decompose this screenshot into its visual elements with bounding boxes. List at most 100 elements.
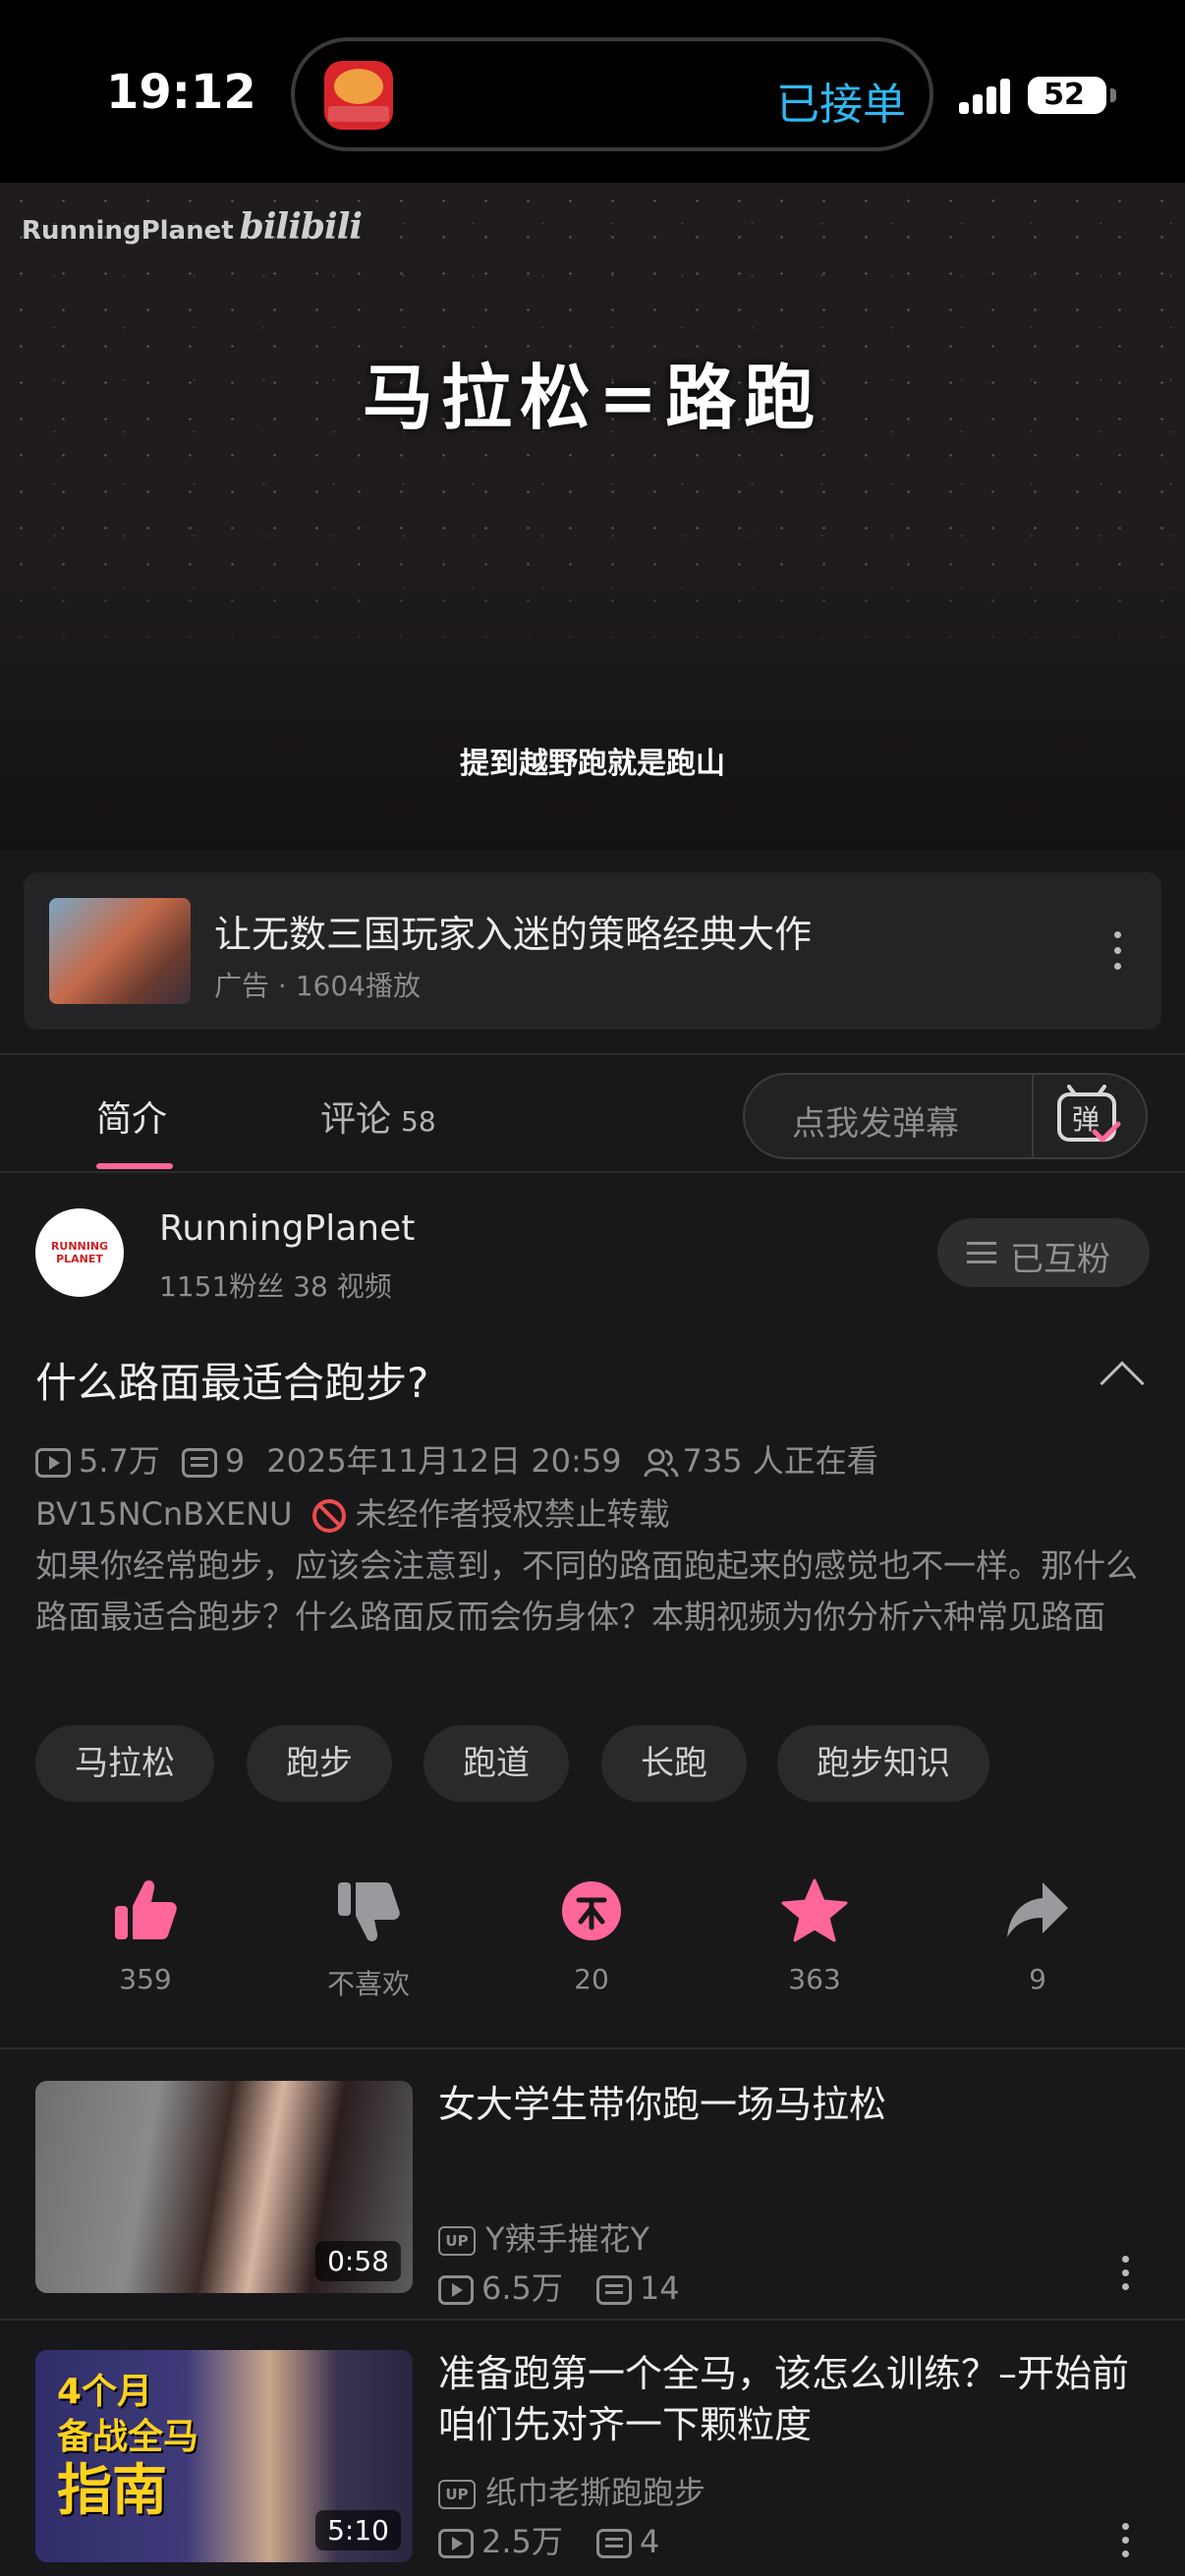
watermark-brand: RunningPlanet [22,216,234,246]
thumbs-down-icon [338,1882,400,1941]
danmaku-count-icon [595,2529,632,2558]
related-title: 女大学生带你跑一场马拉松 [438,2083,887,2126]
related-thumbnail: 0:58 [35,2081,413,2293]
ad-title: 让无数三国玩家入迷的策略经典大作 [214,913,813,956]
video-meta: 5.7万 9 2025年11月12日 20:59 735 人正在看 [35,1436,878,1482]
favorite-count: 363 [788,1963,841,1995]
more-icon[interactable] [1114,931,1122,971]
uploader-stats: 1151粉丝 38 视频 [159,1270,392,1303]
video-description: 如果你经常跑步，应该会注意到，不同的路面跑起来的感觉也不一样。那什么路面最适合跑… [35,1546,1138,1636]
ad-card[interactable]: 让无数三国玩家入迷的策略经典大作 广告 · 1604播放 [24,872,1161,1030]
video-title-overlay: 马拉松=路跑 [362,357,823,439]
video-duration: 5:10 [315,2510,401,2550]
like-button[interactable]: 359 [67,1876,224,1995]
uploader-name[interactable]: RunningPlanet [159,1208,415,1249]
danmaku-toggle-icon[interactable]: 弹 [1055,1085,1122,1148]
thumb-caption-line: 指南 [57,2459,167,2523]
more-icon[interactable] [1122,2256,1130,2291]
video-title: 什么路面最适合跑步? [35,1359,429,1407]
coin-button[interactable]: 20 [513,1876,670,1995]
tag-item[interactable]: 长跑 [601,1725,747,1802]
video-meta-2: BV15NCnBXENU 未经作者授权禁止转载 [35,1489,670,1535]
star-icon [781,1878,848,1942]
related-stats: 2.5万 4 [438,2517,659,2562]
follow-label: 已互粉 [1010,1240,1110,1279]
related-title: 准备跑第一个全马，该怎么训练？–开始前咱们先对齐一下颗粒度 [438,2352,1130,2446]
watching-count: 735 人正在看 [682,1442,878,1480]
follow-button[interactable]: 已互粉 [937,1218,1150,1287]
danmaku-placeholder: 点我发弹幕 [792,1104,959,1144]
dislike-label: 不喜欢 [326,1968,410,2000]
views-icon [35,1448,71,1478]
share-icon [1007,1882,1068,1937]
danmaku-count-icon [595,2275,632,2305]
bilibili-logo: bilibili [239,206,363,248]
share-count: 9 [1029,1963,1046,1995]
share-button[interactable]: 9 [959,1876,1116,1995]
like-count: 359 [119,1963,172,1995]
video-player[interactable]: RunningPlanet bilibili 马拉松=路跑 提到越野跑就是跑山 [0,183,1185,851]
tag-item[interactable]: 跑步 [247,1725,392,1802]
island-status-text: 已接单 [776,80,906,130]
action-bar: 359 不喜欢 20 363 9 [0,1876,1185,2004]
ad-thumbnail [49,898,191,1004]
related-uploader[interactable]: UP Y辣手摧花Y [438,2214,649,2260]
tab-bar: 简介 评论 58 点我发弹幕 弹 [0,1053,1185,1173]
up-badge-icon: UP [438,2226,476,2256]
dynamic-island[interactable]: 已接单 [291,37,933,151]
related-uploader-name: 纸巾老撕跑跑步 [485,2474,706,2511]
related-danmaku: 4 [639,2523,660,2560]
more-icon[interactable] [1122,2523,1130,2558]
ad-meta: 广告 · 1604播放 [214,970,421,1002]
collapse-chevron-icon[interactable] [1100,1361,1145,1406]
related-video-item[interactable]: 4个月 备战全马 指南 5:10 准备跑第一个全马，该怎么训练？–开始前咱们先对… [0,2321,1185,2576]
views-icon [438,2529,474,2558]
video-skyline [0,556,1185,851]
related-views: 2.5万 [481,2523,563,2560]
tab-comments-label: 评论 [320,1099,392,1140]
thumb-caption-line: 4个月 [57,2372,153,2412]
related-stats: 6.5万 14 [438,2264,680,2309]
danmaku-count-icon [181,1448,217,1478]
status-bar: 19:12 已接单 52 [0,0,1185,183]
avatar[interactable]: RUNNING PLANET [35,1208,124,1297]
bvid[interactable]: BV15NCnBXENU [35,1495,293,1533]
tab-intro[interactable]: 简介 [96,1091,167,1142]
tag-item[interactable]: 跑步知识 [777,1725,989,1802]
no-repost-icon [311,1499,346,1533]
island-app-icon [324,61,393,130]
thumbs-up-icon [115,1880,177,1939]
dislike-button[interactable]: 不喜欢 [290,1876,447,2002]
publish-date: 2025年11月12日 20:59 [266,1442,622,1480]
battery-level: 52 [1044,78,1085,112]
comments-count: 58 [401,1105,436,1138]
battery-icon: 52 [1028,77,1116,114]
video-duration: 0:58 [315,2241,401,2281]
coin-icon [562,1881,621,1940]
related-thumbnail: 4个月 备战全马 指南 5:10 [35,2350,413,2562]
tag-item[interactable]: 马拉松 [35,1725,214,1802]
danmaku-input[interactable]: 点我发弹幕 弹 [743,1073,1148,1159]
favorite-button[interactable]: 363 [736,1876,893,1995]
related-views: 6.5万 [481,2269,563,2307]
copyright-notice: 未经作者授权禁止转载 [355,1495,670,1533]
menu-icon [967,1242,996,1263]
video-watermark: RunningPlanet bilibili [22,206,363,248]
video-subtitle: 提到越野跑就是跑山 [460,747,725,781]
tag-item[interactable]: 跑道 [423,1725,569,1802]
danmaku-count: 9 [224,1442,246,1480]
related-uploader[interactable]: UP 纸巾老撕跑跑步 [438,2468,705,2513]
tab-indicator [96,1163,173,1169]
related-video-item[interactable]: 0:58 女大学生带你跑一场马拉松 UP Y辣手摧花Y 6.5万 14 [0,2051,1185,2317]
thumb-caption-line: 备战全马 [57,2417,199,2457]
tab-comments[interactable]: 评论 58 [320,1091,436,1142]
watching-icon [644,1448,679,1478]
signal-icon [959,79,1010,114]
coin-count: 20 [574,1963,609,1995]
views-count: 5.7万 [79,1442,160,1480]
up-badge-icon: UP [438,2480,476,2509]
views-icon [438,2275,474,2305]
status-time: 19:12 [106,65,256,120]
avatar-text: RUNNING PLANET [50,1240,109,1265]
related-uploader-name: Y辣手摧花Y [485,2220,650,2258]
